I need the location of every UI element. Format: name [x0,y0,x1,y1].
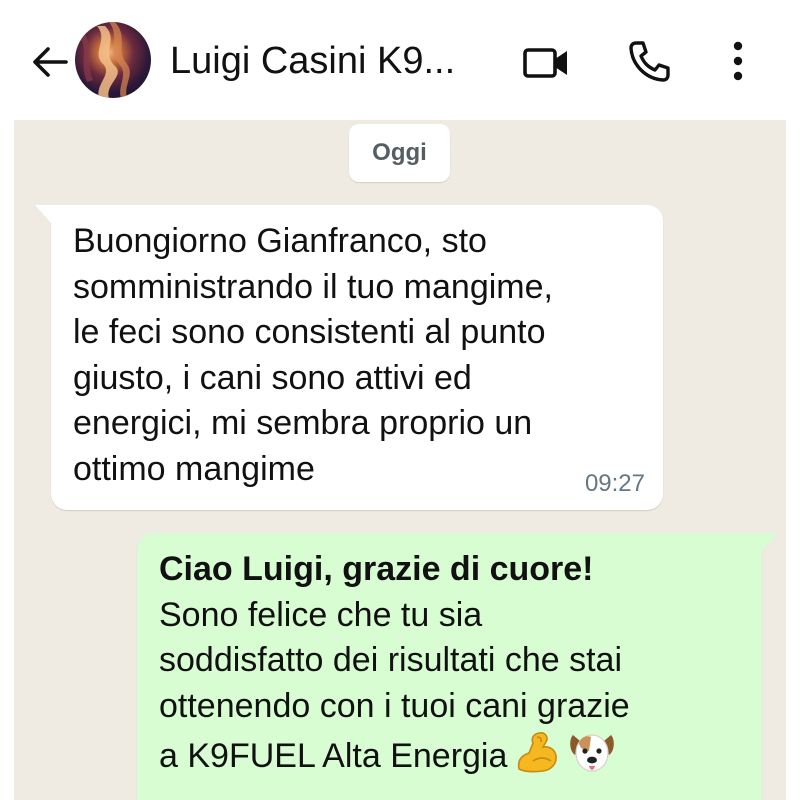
message-title: Ciao Luigi, grazie di cuore! [159,550,594,588]
date-chip: Oggi [349,124,450,182]
message-line: ottenendo con i tuoi cani grazie [159,686,630,725]
message-timestamp: 09:27 [584,470,645,497]
chat-screen: Luigi Casini K9... Oggi Buongiorno Gianf… [0,0,800,800]
voice-call-button[interactable] [626,38,672,84]
message-line: le feci sono consistenti al punto [73,313,546,351]
back-button[interactable] [28,40,72,84]
message-line: soddisfatto dei risultati che stai [159,641,623,679]
message-line: somministrando il tuo mangime, [73,267,553,306]
message-line: a K9FUEL Alta Energia [159,737,508,776]
message-text: Ciao Luigi, grazie di cuore! Sono felice… [159,547,749,788]
outgoing-message[interactable]: Ciao Luigi, grazie di cuore! Sono felice… [137,533,778,800]
message-line: Buongiorno Gianfranco, sto [73,222,487,260]
chat-header: Luigi Casini K9... [0,0,800,120]
phone-icon [629,41,670,82]
avatar-image [79,22,130,98]
flexed-biceps-emoji [513,729,561,788]
message-line: energici, mi sembra proprio un [73,404,533,442]
message-list[interactable]: Oggi Buongiorno Gianfranco, sto somminis… [14,120,786,800]
arrow-left-icon [33,47,68,77]
message-line: Sono felice che tu sia [159,595,483,634]
message-last-line: a K9FUEL Alta Energia [159,729,749,788]
video-call-button[interactable] [520,40,572,84]
video-camera-icon [523,48,567,78]
bubble-tail [35,205,51,223]
avatar[interactable] [75,22,151,98]
message-line: giusto, i cani sono attivi ed [73,358,472,397]
bubble-tail [762,533,778,551]
more-options-button[interactable] [722,38,754,84]
contact-name[interactable]: Luigi Casini K9... [170,38,455,84]
more-vertical-icon [733,41,743,81]
message-line: ottimo mangime [73,449,315,488]
dog-face-emoji [567,729,617,788]
message-text: Buongiorno Gianfranco, sto somministrand… [73,219,648,492]
incoming-message[interactable]: Buongiorno Gianfranco, sto somministrand… [35,205,663,510]
